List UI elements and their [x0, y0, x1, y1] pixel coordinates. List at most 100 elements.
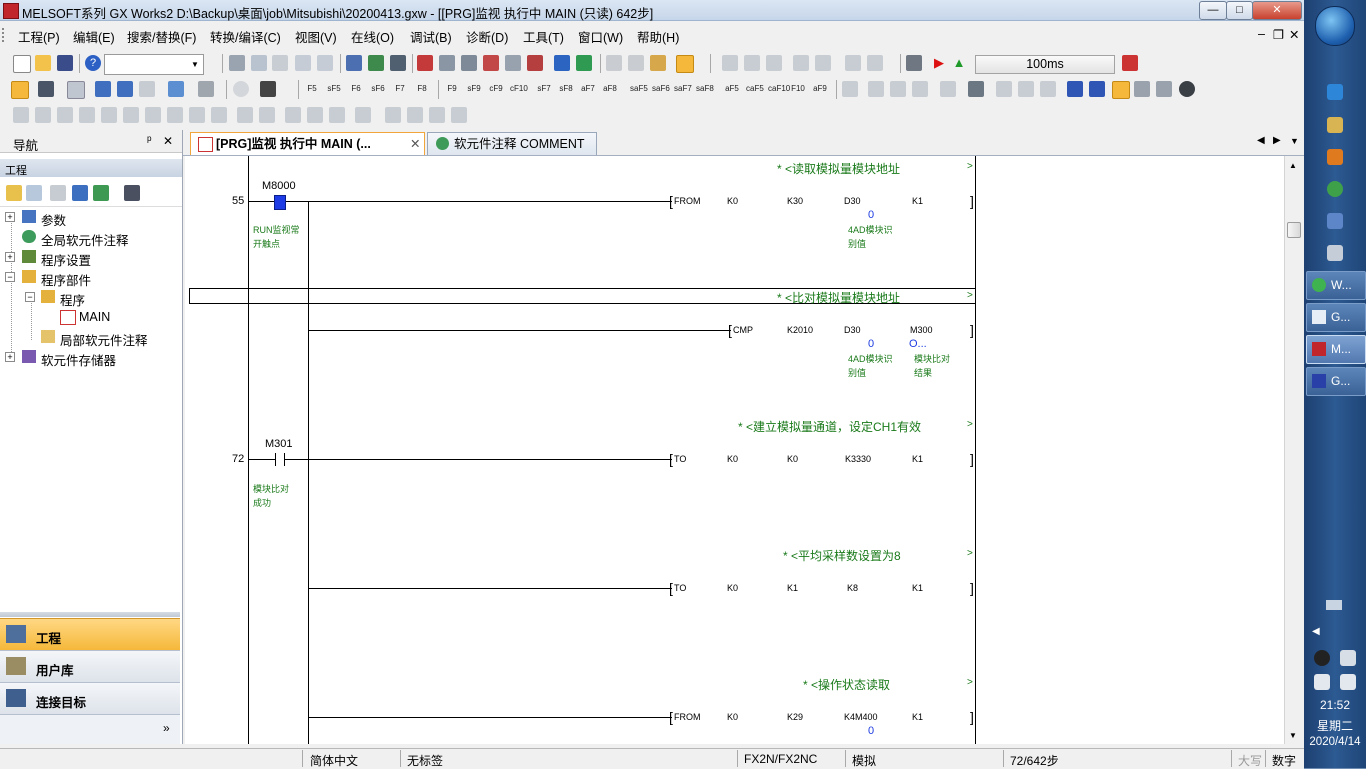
line-sf9-icon[interactable]: sF9 [466, 81, 482, 97]
sfc-link-icon[interactable] [385, 107, 401, 123]
statement-edit-icon[interactable] [912, 81, 928, 97]
operand[interactable]: M300 [910, 325, 933, 335]
operand[interactable]: K1 [912, 196, 923, 206]
diagnose-icon[interactable] [198, 81, 214, 97]
taskbar-item-gxworks[interactable]: G... [1306, 303, 1366, 332]
pulse-af8-icon[interactable]: aF8 [602, 81, 618, 97]
sfc-transition-icon[interactable] [35, 107, 51, 123]
tree-item-program-parts[interactable]: 程序部件 [41, 270, 91, 289]
zoom-out-icon[interactable] [867, 55, 883, 71]
comment-display-icon[interactable] [1018, 81, 1034, 97]
paste-data-icon[interactable] [50, 185, 66, 201]
menu-view[interactable]: 视图(V) [295, 27, 337, 46]
sfc-monitor-icon[interactable] [259, 107, 275, 123]
taskbar-item-melsoft[interactable]: M... [1306, 335, 1366, 364]
maximize-button[interactable]: □ [1226, 1, 1253, 20]
note-edit-icon[interactable] [940, 81, 956, 97]
contact-f6-icon[interactable]: F6 [348, 81, 364, 97]
operand[interactable]: D30 [844, 196, 861, 206]
contact-device[interactable]: M8000 [262, 180, 296, 192]
menu-window[interactable]: 窗口(W) [578, 27, 623, 46]
open-folder-icon[interactable] [35, 55, 51, 71]
menu-diagnostics[interactable]: 诊断(D) [466, 27, 508, 46]
media-player-icon[interactable] [1327, 149, 1343, 165]
line-f9-icon[interactable]: F9 [444, 81, 460, 97]
menu-tools[interactable]: 工具(T) [523, 27, 564, 46]
explorer-icon[interactable] [1327, 117, 1343, 133]
vertical-scrollbar[interactable]: ▲ ▼ [1284, 156, 1302, 744]
monitor-start-icon[interactable] [417, 55, 433, 71]
sort-icon[interactable] [124, 185, 140, 201]
network-icon[interactable] [1067, 81, 1083, 97]
minimize-button[interactable]: — [1199, 1, 1227, 20]
tab-close-button[interactable]: ✕ [410, 133, 420, 155]
qq-icon[interactable] [1314, 650, 1330, 666]
expand-params[interactable]: + [5, 212, 15, 222]
line-cf9-icon[interactable]: cF9 [488, 81, 504, 97]
op-caf5-icon[interactable]: caF5 [746, 81, 764, 97]
zoom-in-icon[interactable] [845, 55, 861, 71]
sfc-vertical-icon[interactable] [189, 107, 205, 123]
clipboard-icon[interactable] [1340, 650, 1356, 666]
operand[interactable]: K0 [727, 583, 738, 593]
tree-item-global-comment[interactable]: 全局软元件注释 [41, 230, 129, 249]
plc-write-icon[interactable] [368, 55, 384, 71]
new-file-icon[interactable] [13, 55, 31, 73]
find-contact-icon[interactable] [505, 55, 521, 71]
pin-icon[interactable]: ᵖ [147, 133, 152, 147]
inline-st-icon[interactable] [868, 81, 884, 97]
op-f10-icon[interactable]: F10 [790, 81, 806, 97]
chrome-icon[interactable] [1327, 181, 1343, 197]
cloud-icon[interactable] [1327, 245, 1343, 261]
contact-on[interactable] [274, 195, 286, 210]
redo-icon[interactable] [317, 55, 333, 71]
collapse-program[interactable]: − [25, 292, 35, 302]
ladder-col-icon[interactable] [793, 55, 809, 71]
play-icon[interactable]: ▶ [931, 55, 947, 71]
start-button[interactable] [1315, 6, 1355, 46]
contact-f5-icon[interactable]: F5 [304, 81, 320, 97]
tab-scroll-right-icon[interactable]: ▶ [1273, 135, 1281, 146]
collapse-program-parts[interactable]: − [5, 272, 15, 282]
taskbar-item-gx-other[interactable]: G... [1306, 367, 1366, 396]
dev-read-icon[interactable] [95, 81, 111, 97]
mdi-close-button[interactable]: ✕ [1289, 27, 1299, 42]
clock-time[interactable]: 21:52 [1304, 698, 1366, 712]
coil-f7-icon[interactable]: F7 [392, 81, 408, 97]
plc-read-icon[interactable] [346, 55, 362, 71]
ladder-insert-icon[interactable] [722, 55, 738, 71]
monitor-mode-icon[interactable] [676, 55, 694, 73]
pane-button-library[interactable]: 用户库 [0, 650, 180, 682]
instruction[interactable]: TO [674, 454, 686, 464]
tree-item-device-memory[interactable]: 软元件存储器 [41, 350, 116, 369]
network-signal-icon[interactable] [1314, 674, 1330, 690]
instruction[interactable]: FROM [674, 196, 701, 206]
menu-debug[interactable]: 调试(B) [410, 27, 452, 46]
sfc-selection-icon[interactable] [145, 107, 161, 123]
ladder-row-icon[interactable] [766, 55, 782, 71]
sfc-branch-icon[interactable] [57, 107, 73, 123]
cut-icon[interactable] [229, 55, 245, 71]
new-data-icon[interactable] [6, 185, 22, 201]
pulse-af7-icon[interactable]: aF7 [580, 81, 596, 97]
refresh-icon[interactable] [93, 185, 109, 201]
mdi-restore-button[interactable]: ❐ [1273, 27, 1284, 42]
pulse-saf5-icon[interactable]: saF5 [630, 81, 648, 97]
list-mode-icon[interactable] [38, 81, 54, 97]
copy-icon[interactable] [251, 55, 267, 71]
sfc-list-icon[interactable] [307, 107, 323, 123]
taskbar-item-wechat[interactable]: W... [1306, 271, 1366, 300]
scroll-thumb[interactable] [1287, 222, 1301, 238]
note-icon[interactable] [650, 55, 666, 71]
operand[interactable]: K4M400 [844, 712, 878, 722]
sfc-mode-icon[interactable] [67, 81, 85, 99]
operand[interactable]: K0 [787, 454, 798, 464]
sfc-block-icon[interactable] [211, 107, 227, 123]
sfc-join-icon[interactable] [79, 107, 95, 123]
tree-item-params[interactable]: 参数 [41, 210, 66, 229]
help-icon[interactable]: ? [85, 55, 101, 71]
mdi-minimize-button[interactable]: – [1258, 27, 1265, 41]
sfc-unlink-icon[interactable] [407, 107, 423, 123]
pane-button-project[interactable]: 工程 [0, 618, 180, 650]
expand-device-memory[interactable]: + [5, 352, 15, 362]
